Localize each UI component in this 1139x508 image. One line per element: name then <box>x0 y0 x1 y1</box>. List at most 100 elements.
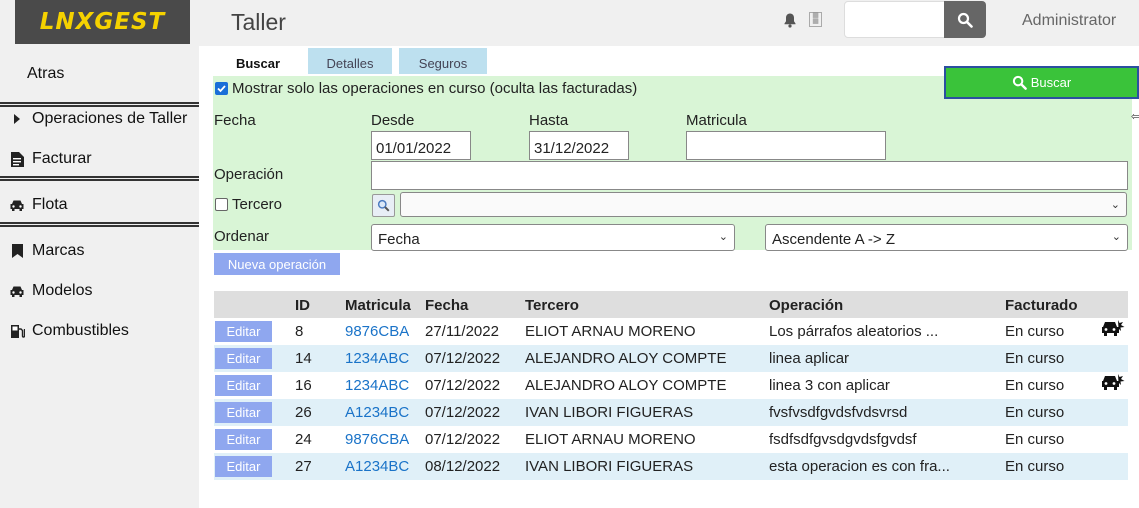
editar-button[interactable]: Editar <box>215 456 272 477</box>
cell-id: 24 <box>295 431 312 448</box>
editar-button[interactable]: Editar <box>215 321 272 342</box>
sidebar-item-label: Operaciones de Taller <box>32 110 188 127</box>
matricula-input[interactable] <box>686 131 886 160</box>
ordenar-field-value: Fecha <box>378 231 420 248</box>
cell-tercero: IVAN LIBORI FIGUERAS <box>525 458 694 475</box>
matricula-label: Matricula <box>686 112 747 129</box>
cell-facturado: En curso <box>1005 404 1065 421</box>
global-search-button[interactable] <box>944 1 986 38</box>
cell-id: 26 <box>295 404 312 421</box>
table-row[interactable]: Editar 24 9876CBA 07/12/2022 ELIOT ARNAU MOR… <box>214 426 1128 453</box>
hasta-label: Hasta <box>529 112 569 129</box>
magnifier-icon <box>377 199 390 212</box>
sidebar-item-operaciones[interactable]: Operaciones de Taller <box>0 110 199 128</box>
cell-facturado: En curso <box>1005 458 1065 475</box>
only-current-checkbox[interactable] <box>215 82 228 95</box>
editar-button[interactable]: Editar <box>215 348 272 369</box>
car-icon <box>8 285 26 298</box>
editar-button[interactable]: Editar <box>215 402 272 423</box>
sidebar-item-marcas[interactable]: Marcas <box>0 242 199 260</box>
buscar-button[interactable]: Buscar <box>944 66 1139 99</box>
collapse-arrow-icon[interactable]: ⇦ <box>1131 110 1139 123</box>
cell-tercero: ELIOT ARNAU MORENO <box>525 431 696 448</box>
table-row[interactable]: Editar 14 1234ABC 07/12/2022 ALEJANDRO ALOY … <box>214 345 1128 372</box>
column-header-fecha[interactable]: Fecha <box>425 297 468 314</box>
column-header-matricula[interactable]: Matricula <box>345 297 411 314</box>
app-logo[interactable]: LNXGEST <box>15 0 190 44</box>
tercero-lookup-button[interactable] <box>372 194 395 217</box>
page-title: Taller <box>231 9 286 35</box>
desde-input[interactable]: 01/01/2022 <box>371 131 471 160</box>
logo-text: LNXGEST <box>39 9 166 35</box>
column-header-id[interactable]: ID <box>295 297 310 314</box>
table-row[interactable]: Editar 27 A1234BC 08/12/2022 IVAN LIBORI FIG… <box>214 453 1128 480</box>
sidebar-item-combustibles[interactable]: Combustibles <box>0 322 199 340</box>
chevron-down-icon: ⌄ <box>718 231 728 243</box>
cell-id: 8 <box>295 323 304 340</box>
desde-label: Desde <box>371 112 415 129</box>
sidebar-item-modelos[interactable]: Modelos <box>0 282 199 300</box>
column-header-facturado[interactable]: Facturado <box>1005 297 1078 314</box>
cell-facturado: En curso <box>1005 350 1065 367</box>
cell-facturado: En curso <box>1005 431 1065 448</box>
editar-button[interactable]: Editar <box>215 375 272 396</box>
user-menu[interactable]: Administrator <box>1022 12 1116 30</box>
table-row[interactable]: Editar 16 1234ABC 07/12/2022 ALEJANDRO ALOY … <box>214 372 1128 399</box>
cell-matricula-link[interactable]: 9876CBA <box>345 431 409 448</box>
tercero-select[interactable]: ⌄ <box>400 192 1127 217</box>
sidebar-item-label: Marcas <box>32 242 85 259</box>
tercero-checkbox-row[interactable]: Tercero <box>215 196 282 213</box>
chevron-down-icon: ⌄ <box>1111 231 1121 243</box>
tercero-checkbox[interactable] <box>215 198 228 211</box>
editar-button[interactable]: Editar <box>215 429 272 450</box>
cell-fecha: 07/12/2022 <box>425 350 501 367</box>
cell-operacion: fvsfvsdfgvdsfvdsvrsd <box>769 404 908 421</box>
gas-pump-icon <box>8 324 26 339</box>
cell-matricula-link[interactable]: A1234BC <box>345 458 409 475</box>
hasta-input[interactable]: 31/12/2022 <box>529 131 629 160</box>
search-icon <box>957 12 973 28</box>
cell-facturado: En curso <box>1005 323 1065 340</box>
ordenar-field-select[interactable]: Fecha ⌄ <box>371 224 735 251</box>
tab-buscar[interactable]: Buscar <box>214 48 302 74</box>
bell-icon[interactable] <box>782 12 798 28</box>
sidebar-divider <box>0 176 199 181</box>
only-current-checkbox-row[interactable]: Mostrar solo las operaciones en curso (o… <box>215 80 637 97</box>
cell-id: 27 <box>295 458 312 475</box>
operacion-input[interactable] <box>371 161 1128 190</box>
cell-fecha: 07/12/2022 <box>425 404 501 421</box>
cell-fecha: 27/11/2022 <box>425 323 499 340</box>
cell-matricula-link[interactable]: A1234BC <box>345 404 409 421</box>
operacion-label: Operación <box>214 166 284 183</box>
qr-code-icon[interactable]: ▦ ▦ <box>809 12 822 27</box>
sidebar-divider <box>0 102 199 107</box>
tab-detalles[interactable]: Detalles <box>308 48 392 74</box>
table-row[interactable]: Editar 26 A1234BC 07/12/2022 IVAN LIBORI FIG… <box>214 399 1128 426</box>
only-current-label: Mostrar solo las operaciones en curso (o… <box>232 80 638 97</box>
cell-tercero: ELIOT ARNAU MORENO <box>525 323 696 340</box>
cell-operacion: fsdfsdfgvsdgvdsfgvdsf <box>769 431 917 448</box>
column-header-tercero[interactable]: Tercero <box>525 297 579 314</box>
invoice-icon <box>8 151 26 167</box>
cell-matricula-link[interactable]: 9876CBA <box>345 323 409 340</box>
ordenar-label: Ordenar <box>214 228 270 245</box>
table-row[interactable]: Editar 8 9876CBA 27/11/2022 ELIOT ARNAU MORE… <box>214 318 1128 345</box>
tab-seguros[interactable]: Seguros <box>399 48 487 74</box>
sidebar-item-facturar[interactable]: Facturar <box>0 150 199 168</box>
sidebar-back[interactable]: Atras <box>27 65 177 83</box>
buscar-button-label: Buscar <box>1030 75 1072 90</box>
cell-matricula-link[interactable]: 1234ABC <box>345 350 409 367</box>
sidebar-item-label: Combustibles <box>32 322 129 339</box>
cell-id: 14 <box>295 350 312 367</box>
car-crash-icon <box>1100 319 1126 344</box>
column-header-operacion[interactable]: Operación <box>769 297 843 314</box>
global-search-input[interactable] <box>844 1 945 38</box>
cell-tercero: IVAN LIBORI FIGUERAS <box>525 404 694 421</box>
sidebar-item-flota[interactable]: Flota <box>0 196 199 214</box>
cell-matricula-link[interactable]: 1234ABC <box>345 377 409 394</box>
ordenar-direction-select[interactable]: Ascendente A -> Z ⌄ <box>765 224 1128 251</box>
cell-operacion: esta operacion es con fra... <box>769 458 950 475</box>
nueva-operacion-button[interactable]: Nueva operación <box>214 253 340 275</box>
fecha-label: Fecha <box>214 112 256 129</box>
cell-tercero: ALEJANDRO ALOY COMPTE <box>525 377 727 394</box>
